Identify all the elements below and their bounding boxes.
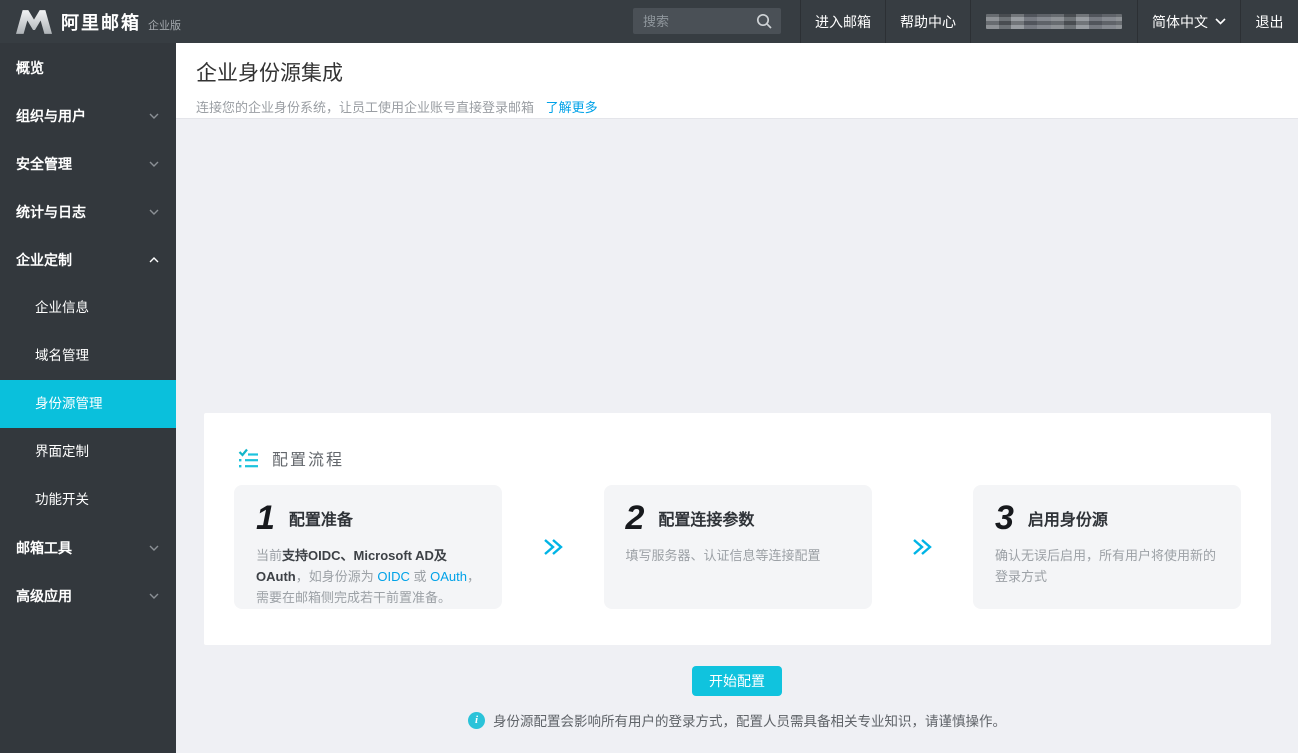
double-chevron-right-icon xyxy=(542,537,564,557)
oauth-link[interactable]: OAuth xyxy=(430,569,467,584)
sidebar-item-identity-source-mgmt[interactable]: 身份源管理 xyxy=(0,380,176,428)
language-selector[interactable]: 简体中文 xyxy=(1137,0,1240,43)
sidebar-item-ui-custom[interactable]: 界面定制 xyxy=(0,428,176,476)
step-2-box: 2 配置连接参数 填写服务器、认证信息等连接配置 xyxy=(604,485,872,609)
step-3-title: 启用身份源 xyxy=(1028,506,1108,530)
language-label: 简体中文 xyxy=(1152,12,1208,32)
sidebar-item-feature-switch[interactable]: 功能开关 xyxy=(0,476,176,524)
page-subtitle: 连接您的企业身份系统，让员工使用企业账号直接登录邮箱 了解更多 xyxy=(196,97,1298,116)
notice-row: i 身份源配置会影响所有用户的登录方式，配置人员需具备相关专业知识，请谨慎操作。 xyxy=(176,710,1298,730)
double-chevron-right-icon xyxy=(911,537,933,557)
brand-home-link[interactable]: 阿里邮箱 企业版 xyxy=(0,9,181,35)
start-config-button[interactable]: 开始配置 xyxy=(692,666,782,696)
brand-edition: 企业版 xyxy=(148,17,181,33)
step-2-description: 填写服务器、认证信息等连接配置 xyxy=(626,545,850,566)
sidebar-item-overview[interactable]: 概览 xyxy=(0,44,176,92)
account-menu[interactable] xyxy=(970,0,1137,43)
step-3-description: 确认无误后启用，所有用户将使用新的登录方式 xyxy=(995,545,1219,587)
config-flow-card: 配置流程 1 配置准备 当前支持OIDC、Microsoft AD及OAuth，… xyxy=(204,413,1271,645)
main-area: 企业身份源集成 连接您的企业身份系统，让员工使用企业账号直接登录邮箱 了解更多 … xyxy=(176,43,1298,753)
topbar-menu: 进入邮箱 帮助中心 简体中文 退出 xyxy=(800,0,1298,43)
search-box[interactable] xyxy=(633,8,781,34)
sidebar-item-advanced-apps[interactable]: 高级应用 xyxy=(0,572,176,620)
step-1-description: 当前支持OIDC、Microsoft AD及OAuth，如身份源为 OIDC 或… xyxy=(256,545,480,608)
sidebar-item-security[interactable]: 安全管理 xyxy=(0,140,176,188)
content-area: 配置流程 1 配置准备 当前支持OIDC、Microsoft AD及OAuth，… xyxy=(176,119,1298,753)
search-input[interactable] xyxy=(633,14,755,29)
checklist-icon xyxy=(238,448,259,469)
notice-text: 身份源配置会影响所有用户的登录方式，配置人员需具备相关专业知识，请谨慎操作。 xyxy=(493,710,1006,730)
info-icon: i xyxy=(468,712,485,729)
chevron-up-icon xyxy=(149,257,159,263)
step-2-title: 配置连接参数 xyxy=(658,506,754,530)
alimail-logo-icon xyxy=(16,9,52,34)
step-1-box: 1 配置准备 当前支持OIDC、Microsoft AD及OAuth，如身份源为… xyxy=(234,485,502,609)
learn-more-link[interactable]: 了解更多 xyxy=(546,100,598,115)
chevron-down-icon xyxy=(149,113,159,119)
page-title: 企业身份源集成 xyxy=(196,57,1298,87)
sidebar-item-org-users[interactable]: 组织与用户 xyxy=(0,92,176,140)
card-title: 配置流程 xyxy=(272,446,344,470)
chevron-down-icon xyxy=(1215,18,1226,25)
account-name-blurred xyxy=(986,14,1122,29)
help-center-link[interactable]: 帮助中心 xyxy=(885,0,970,43)
page-header: 企业身份源集成 连接您的企业身份系统，让员工使用企业账号直接登录邮箱 了解更多 xyxy=(176,43,1298,119)
sidebar: 概览 组织与用户 安全管理 统计与日志 企业定制 企业信息 域名管理 身份源管理… xyxy=(0,43,176,753)
oidc-link[interactable]: OIDC xyxy=(377,569,410,584)
step-1-title: 配置准备 xyxy=(289,506,353,530)
step-3-box: 3 启用身份源 确认无误后启用，所有用户将使用新的登录方式 xyxy=(973,485,1241,609)
brand-name: 阿里邮箱 xyxy=(61,9,141,35)
sidebar-item-domain-mgmt[interactable]: 域名管理 xyxy=(0,332,176,380)
step-2-number: 2 xyxy=(626,500,649,536)
topbar: 阿里邮箱 企业版 进入邮箱 帮助中心 简体中文 退出 xyxy=(0,0,1298,43)
chevron-down-icon xyxy=(149,593,159,599)
sidebar-item-enterprise-custom[interactable]: 企业定制 xyxy=(0,236,176,284)
chevron-down-icon xyxy=(149,545,159,551)
step-3-number: 3 xyxy=(995,500,1018,536)
search-icon[interactable] xyxy=(755,12,773,30)
sidebar-item-stats-logs[interactable]: 统计与日志 xyxy=(0,188,176,236)
sidebar-item-mail-tools[interactable]: 邮箱工具 xyxy=(0,524,176,572)
chevron-down-icon xyxy=(149,209,159,215)
step-1-number: 1 xyxy=(256,500,279,536)
steps-row: 1 配置准备 当前支持OIDC、Microsoft AD及OAuth，如身份源为… xyxy=(234,485,1241,609)
logout-link[interactable]: 退出 xyxy=(1240,0,1298,43)
chevron-down-icon xyxy=(149,161,159,167)
sidebar-item-enterprise-info[interactable]: 企业信息 xyxy=(0,284,176,332)
enter-mail-link[interactable]: 进入邮箱 xyxy=(800,0,885,43)
